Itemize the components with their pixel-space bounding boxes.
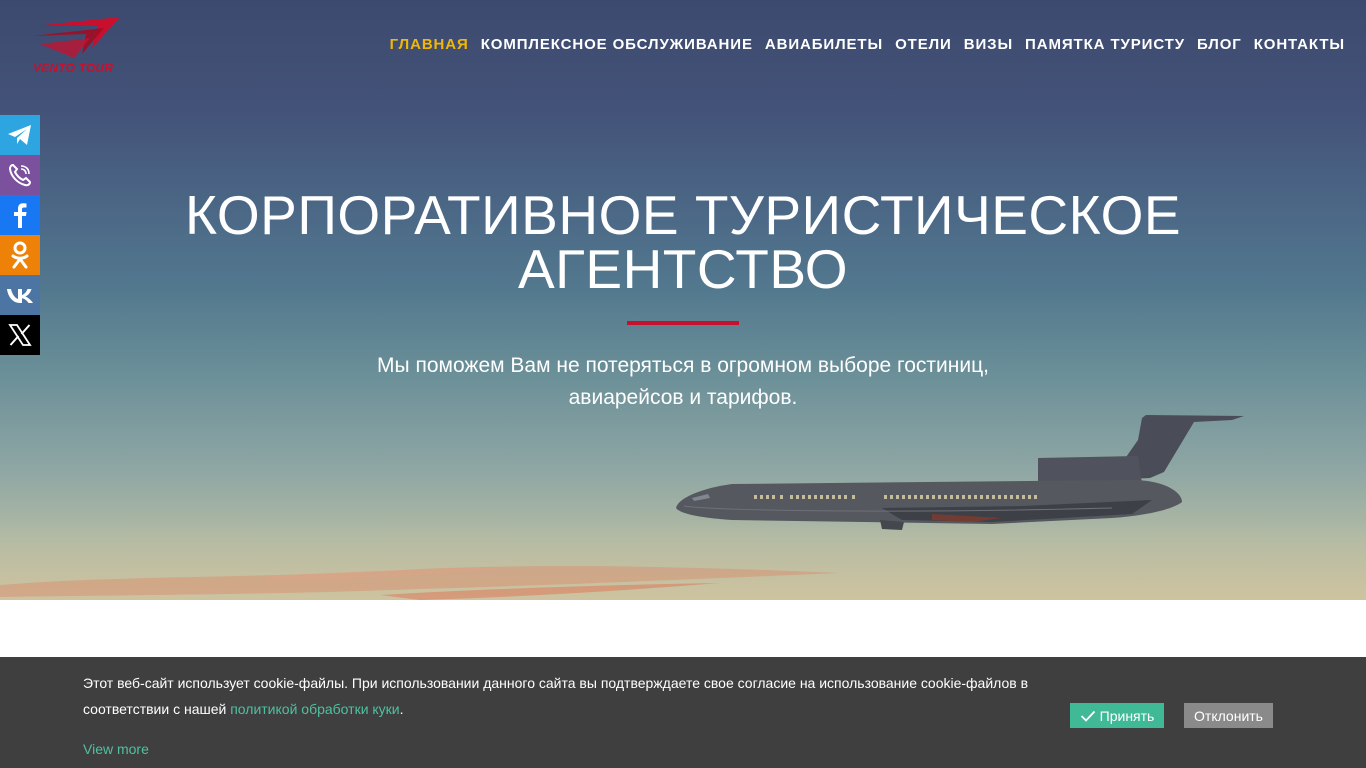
airplane-image [676,415,1244,530]
subtitle-line-1: Мы поможем Вам не потеряться в огромном … [377,354,989,377]
accept-button[interactable]: Принять [1070,703,1164,728]
nav-item-air-tickets[interactable]: АВИАБИЛЕТЫ [765,36,883,54]
cookie-policy-link[interactable]: политикой обработки куки [230,701,399,717]
telegram-icon [8,125,31,145]
nav-item-contacts[interactable]: КОНТАКТЫ [1254,36,1345,54]
view-more-link[interactable]: View more [83,741,149,757]
horizon-clouds [0,566,840,600]
decline-button[interactable]: Отклонить [1184,703,1273,728]
viber-icon [8,163,32,187]
vk-button[interactable] [0,275,40,315]
nav-item-complex-service[interactable]: КОМПЛЕКСНОЕ ОБСЛУЖИВАНИЕ [481,36,753,54]
vk-icon [7,289,33,303]
telegram-button[interactable] [0,115,40,155]
nav-item-home[interactable]: ГЛАВНАЯ [390,36,469,54]
facebook-button[interactable] [0,195,40,235]
title-divider [627,321,739,325]
title-line-2: АГЕНТСТВО [517,238,849,300]
social-share-bar [0,115,40,355]
main-nav: ГЛАВНАЯ КОМПЛЕКСНОЕ ОБСЛУЖИВАНИЕ АВИАБИЛ… [390,36,1345,54]
facebook-icon [14,203,27,228]
viber-button[interactable] [0,155,40,195]
nav-item-visas[interactable]: ВИЗЫ [964,36,1013,54]
check-icon [1080,710,1095,722]
nav-item-tourist-memo[interactable]: ПАМЯТКА ТУРИСТУ [1025,36,1185,54]
cookie-message: Этот веб-сайт использует cookie-файлы. П… [83,670,1043,722]
cookie-text: Этот веб-сайт использует cookie-файлы. П… [83,675,1029,717]
nav-item-hotels[interactable]: ОТЕЛИ [895,36,952,54]
accept-label: Принять [1099,707,1155,724]
nav-item-blog[interactable]: БЛОГ [1197,36,1242,54]
x-icon [8,324,32,346]
page-title: КОРПОРАТИВНОЕ ТУРИСТИЧЕСКОЕ АГЕНТСТВО [0,184,1366,300]
cookie-text-end: . [399,701,404,717]
logo-text: VENTO TOUR [33,61,114,75]
cookie-banner: Этот веб-сайт использует cookie-файлы. П… [0,657,1366,768]
odnoklassniki-icon [11,241,29,269]
title-line-1: КОРПОРАТИВНОЕ ТУРИСТИЧЕСКОЕ [184,184,1182,246]
odnoklassniki-button[interactable] [0,235,40,275]
hero-section: VENTO TOUR ГЛАВНАЯ КОМПЛЕКСНОЕ ОБСЛУЖИВА… [0,0,1366,600]
hero-subtitle: Мы поможем Вам не потеряться в огромном … [0,350,1366,414]
x-button[interactable] [0,315,40,355]
